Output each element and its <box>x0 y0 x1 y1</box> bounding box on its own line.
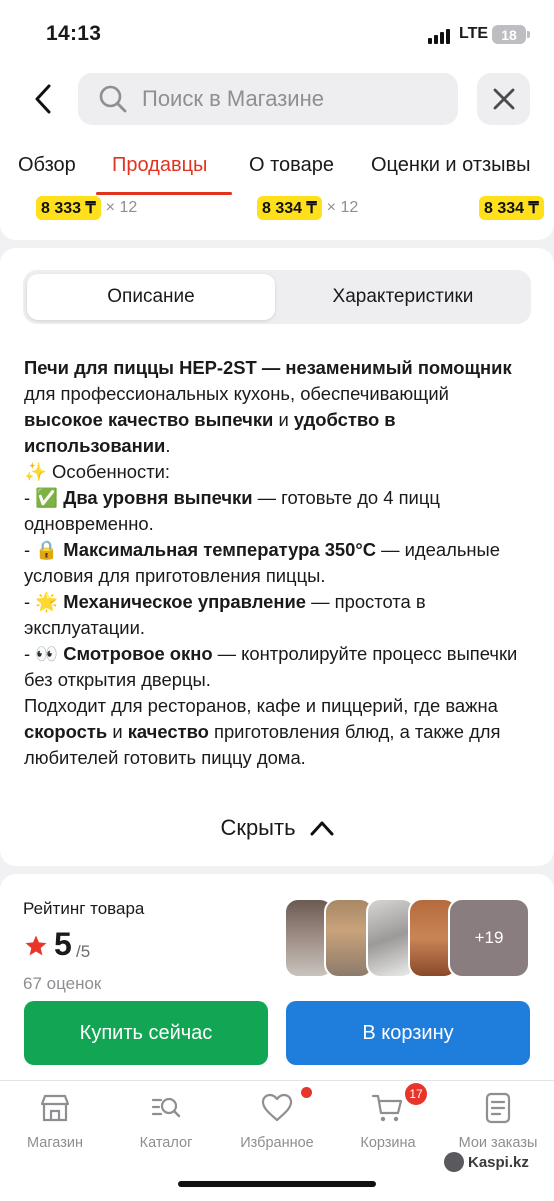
bold-text: Два уровня выпечки <box>63 487 253 508</box>
text: Подходит для ресторанов, кафе и пиццерий… <box>24 695 498 716</box>
installment-multiplier: × 12 <box>105 199 138 216</box>
text: - ✅ <box>24 487 64 508</box>
bold-text: Максимальная температура 350°C <box>63 539 377 560</box>
text: и <box>107 721 128 742</box>
nav-favorites[interactable]: Избранное <box>222 1091 332 1151</box>
battery-tip <box>527 31 530 38</box>
nav-label: Магазин <box>27 1135 83 1151</box>
chevron-up-icon <box>310 821 334 836</box>
bold-text: Механическое управление <box>63 591 307 612</box>
seller-offers: 8 333 ₸ × 12 8 334 ₸ × 12 8 334 ₸ <box>0 196 554 240</box>
description-text: Печи для пиццы HEP-2ST — незаменимый пом… <box>24 355 532 771</box>
price-chip: 8 334 ₸ <box>479 196 544 220</box>
segment-characteristics[interactable]: Характеристики <box>279 274 527 320</box>
home-indicator <box>178 1181 376 1187</box>
collapse-label: Скрыть <box>220 815 296 840</box>
feature-item: - 🔒 Максимальная температура 350°C — иде… <box>24 537 532 589</box>
chevron-left-icon <box>35 84 51 114</box>
text: для профессиональных кухонь, обеспечиваю… <box>24 383 449 404</box>
text: - 👀 <box>24 643 64 664</box>
nav-shop[interactable]: Магазин <box>0 1091 110 1151</box>
offer-item[interactable]: 8 333 ₸ × 12 <box>36 196 137 220</box>
nav-label: Каталог <box>139 1135 193 1151</box>
heart-icon <box>261 1093 293 1122</box>
nav-label: Мои заказы <box>458 1135 538 1151</box>
bold-text: качество <box>127 721 209 742</box>
tab-about[interactable]: О товаре <box>249 154 334 177</box>
review-photos: +19 <box>284 898 530 978</box>
top-bar: Поиск в Магазине <box>0 70 554 140</box>
price-chip: 8 334 ₸ <box>257 196 322 220</box>
bold-text: скорость <box>24 721 108 742</box>
kaspi-watermark: Kaspi.kz <box>444 1152 529 1172</box>
description-segment-control: Описание Характеристики <box>23 270 531 324</box>
catalog-search-icon <box>151 1097 181 1118</box>
kaspi-logo-icon <box>444 1152 464 1172</box>
status-bar: 14:13 LTE 18 <box>0 0 554 70</box>
bold-text: Смотровое окно <box>63 643 213 664</box>
offer-item[interactable]: 8 334 ₸ <box>479 196 544 220</box>
signal-icon <box>428 29 450 44</box>
rating-count[interactable]: 67 оценок <box>23 974 101 994</box>
tab-overview[interactable]: Обзор <box>18 154 76 177</box>
text: - 🌟 <box>24 591 64 612</box>
watermark-text: Kaspi.kz <box>468 1153 529 1171</box>
buy-now-button[interactable]: Купить сейчас <box>24 1001 268 1065</box>
description-card: Описание Характеристики Печи для пиццы H… <box>0 248 554 866</box>
description-conclusion: Подходит для ресторанов, кафе и пиццерий… <box>24 693 532 771</box>
feature-item: - ✅ Два уровня выпечки — готовьте до 4 п… <box>24 485 532 537</box>
bold-text: Печи для пиццы HEP-2ST — незаменимый пом… <box>24 357 512 378</box>
product-tabs: Обзор Продавцы О товаре Оценки и отзывы <box>0 140 554 196</box>
cart-count-badge: 17 <box>405 1083 427 1105</box>
text: - 🔒 <box>24 539 64 560</box>
star-icon <box>25 935 47 956</box>
shop-icon <box>40 1094 70 1122</box>
description-intro: Печи для пиццы HEP-2ST — незаменимый пом… <box>24 355 532 459</box>
installment-multiplier: × 12 <box>326 199 359 216</box>
search-input[interactable]: Поиск в Магазине <box>78 73 458 125</box>
nav-catalog[interactable]: Каталог <box>111 1091 221 1151</box>
offer-item[interactable]: 8 334 ₸ × 12 <box>257 196 358 220</box>
cart-icon <box>371 1094 403 1122</box>
tab-reviews[interactable]: Оценки и отзывы <box>371 154 531 177</box>
back-button[interactable] <box>28 82 58 116</box>
search-placeholder: Поиск в Магазине <box>142 86 324 111</box>
rating-card: Рейтинг товара 5 /5 67 оценок +19 Купить… <box>0 874 554 1080</box>
more-photos-button[interactable]: +19 <box>448 898 530 978</box>
network-type: LTE <box>459 25 489 42</box>
features-heading: ✨ Особенности: <box>24 461 171 482</box>
nav-cart[interactable]: Корзина <box>333 1091 443 1151</box>
status-time: 14:13 <box>46 22 102 45</box>
close-icon <box>493 88 514 110</box>
feature-item: - 👀 Смотровое окно — контролируйте проце… <box>24 641 532 693</box>
bold-text: высокое качество выпечки <box>24 409 274 430</box>
nav-label: Корзина <box>360 1135 416 1151</box>
price-chip: 8 333 ₸ <box>36 196 101 220</box>
battery-icon: 18 <box>492 25 526 44</box>
search-icon <box>99 85 127 113</box>
feature-item: - 🌟 Механическое управление — простота в… <box>24 589 532 641</box>
favorites-dot-badge <box>301 1087 312 1098</box>
nav-orders[interactable]: Мои заказы <box>443 1091 553 1151</box>
collapse-button[interactable]: Скрыть <box>0 808 554 848</box>
tab-sellers[interactable]: Продавцы <box>112 154 207 177</box>
rating-score: 5 <box>54 926 72 962</box>
rating-max: /5 <box>76 942 91 961</box>
add-to-cart-button[interactable]: В корзину <box>286 1001 530 1065</box>
text: и <box>273 409 294 430</box>
active-tab-indicator <box>96 192 232 195</box>
nav-label: Избранное <box>240 1135 314 1151</box>
close-button[interactable] <box>477 73 530 125</box>
text: . <box>165 435 171 456</box>
segment-description[interactable]: Описание <box>27 274 275 320</box>
rating-title: Рейтинг товара <box>23 899 145 918</box>
orders-icon <box>485 1092 511 1124</box>
